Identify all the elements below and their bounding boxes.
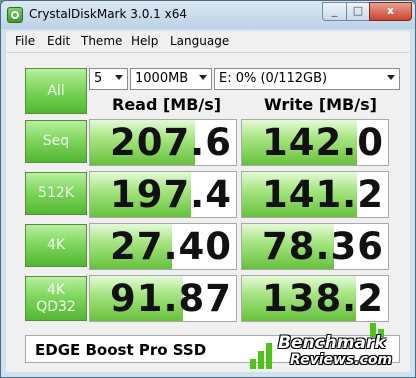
chevron-down-icon xyxy=(115,75,123,80)
test-count-value: 5 xyxy=(94,71,103,86)
4k-read-value: 27.40 xyxy=(109,225,232,268)
drive-value: E: 0% (0/112GB) xyxy=(219,71,328,86)
window-title: CrystalDiskMark 3.0.1 x64 xyxy=(29,7,187,21)
4k-qd32-read-result: 91.87 xyxy=(89,275,237,322)
512k-read-value: 197.4 xyxy=(109,173,232,216)
chevron-down-icon xyxy=(199,75,207,80)
seq-write-value: 142.0 xyxy=(261,121,384,164)
test-size-value: 1000MB xyxy=(135,71,189,86)
4k-qd32-test-button[interactable]: 4K QD32 xyxy=(25,276,87,321)
4k-qd32-write-result: 138.2 xyxy=(241,275,389,322)
benchmark-reviews-watermark: Benchmark Reviews.com xyxy=(250,323,410,375)
4k-write-value: 78.36 xyxy=(261,225,384,268)
512k-write-value: 141.2 xyxy=(261,173,384,216)
seq-write-result: 142.0 xyxy=(241,119,389,166)
4k-write-result: 78.36 xyxy=(241,223,389,270)
menu-bar: File Edit Theme Help Language xyxy=(6,31,410,53)
4k-qd32-write-value: 138.2 xyxy=(261,277,384,320)
seq-test-button[interactable]: Seq xyxy=(25,120,87,163)
4k-read-result: 27.40 xyxy=(89,223,237,270)
read-column-header: Read [MB/s] xyxy=(112,95,222,114)
menu-language[interactable]: Language xyxy=(170,34,229,48)
test-count-select[interactable]: 5 xyxy=(89,68,128,90)
crystaldiskmark-icon xyxy=(7,7,23,23)
watermark-line2: Reviews.com xyxy=(290,352,393,368)
512k-write-result: 141.2 xyxy=(241,171,389,218)
close-button[interactable]: x xyxy=(369,2,412,21)
watermark-line1: Benchmark xyxy=(278,333,386,353)
maximize-button[interactable]: □ xyxy=(346,2,370,21)
menu-file[interactable]: File xyxy=(15,34,35,48)
4k-test-button[interactable]: 4K xyxy=(25,224,87,267)
4k-qd32-read-value: 91.87 xyxy=(109,277,232,320)
app-window: CrystalDiskMark 3.0.1 x64 _ □ x File Edi… xyxy=(0,0,416,378)
chevron-down-icon xyxy=(387,75,395,80)
seq-read-value: 207.6 xyxy=(109,121,232,164)
4k-qd32-label-line2: QD32 xyxy=(36,298,76,315)
4k-qd32-label-line1: 4K xyxy=(46,281,66,298)
512k-test-button[interactable]: 512K xyxy=(25,172,87,215)
menu-theme[interactable]: Theme xyxy=(81,34,122,48)
minimize-button[interactable]: _ xyxy=(322,2,347,21)
menu-edit[interactable]: Edit xyxy=(47,34,70,48)
drive-select[interactable]: E: 0% (0/112GB) xyxy=(214,68,400,90)
run-all-button[interactable]: All xyxy=(25,68,87,114)
512k-read-result: 197.4 xyxy=(89,171,237,218)
title-bar[interactable]: CrystalDiskMark 3.0.1 x64 _ □ x xyxy=(1,1,415,29)
seq-read-result: 207.6 xyxy=(89,119,237,166)
comment-text: EDGE Boost Pro SSD xyxy=(35,341,207,359)
menu-help[interactable]: Help xyxy=(131,34,158,48)
test-size-select[interactable]: 1000MB xyxy=(130,68,212,90)
write-column-header: Write [MB/s] xyxy=(264,95,377,114)
